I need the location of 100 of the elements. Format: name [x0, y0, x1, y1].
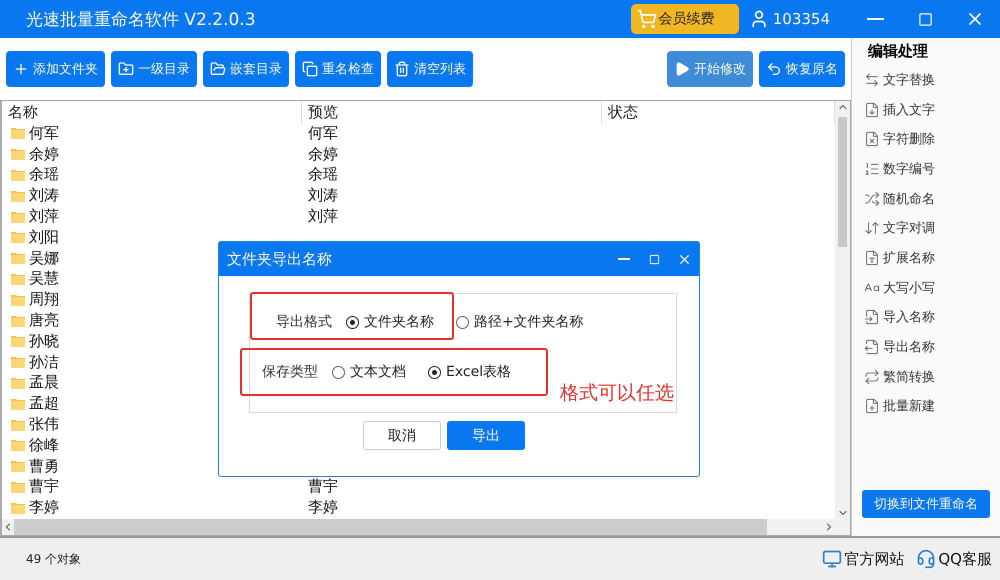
file-x-icon: [864, 131, 880, 148]
radio-button[interactable]: [346, 316, 359, 328]
sidebar-item[interactable]: 大写小写: [852, 272, 1000, 302]
toolbar-button[interactable]: 添加文件夹: [6, 51, 105, 87]
radio-option[interactable]: Excel表格: [428, 363, 512, 381]
sidebar-item[interactable]: 导入名称: [852, 302, 1000, 332]
folder-plus-icon: [118, 61, 134, 77]
website-link[interactable]: 官方网站: [822, 549, 904, 569]
toolbar-button[interactable]: 嵌套目录: [203, 51, 289, 87]
folder-icon: [10, 229, 26, 246]
file-name: 李婷: [29, 498, 59, 518]
sidebar-item[interactable]: 随机命名: [852, 184, 1000, 214]
file-name: 张伟: [29, 415, 59, 434]
sidebar-item[interactable]: 文字对调: [852, 213, 1000, 244]
preview-name: 李婷: [307, 498, 339, 518]
file-type-icon: [864, 250, 880, 266]
minimize-icon: [618, 258, 630, 260]
sidebar-item[interactable]: 字符删除: [852, 124, 1000, 154]
folder-icon: [10, 146, 26, 162]
file-name: 刘阳: [29, 228, 59, 247]
monitor-icon: [822, 549, 842, 569]
column-header[interactable]: 名称: [2, 101, 302, 123]
radio-option[interactable]: 文本文档: [332, 363, 406, 381]
cart-icon: [636, 9, 657, 29]
folder-icon: [10, 458, 26, 474]
preview-name: 余瑶: [307, 165, 339, 184]
file-down-icon: [864, 102, 880, 118]
object-count: 49 个对象: [26, 550, 82, 568]
shuffle-icon: [864, 190, 880, 207]
sidebar-title: 编辑处理: [866, 41, 929, 62]
plus-icon: [13, 61, 29, 77]
preview-name: 何军: [307, 124, 339, 143]
sidebar-item[interactable]: 导出名称: [852, 332, 1000, 362]
folder-icon: [10, 125, 26, 142]
folder-icon: [10, 333, 26, 350]
file-name: 刘涛: [29, 186, 59, 206]
up-down-arrows-icon: [864, 220, 880, 236]
preview-name: 余婷: [307, 144, 339, 164]
file-name: 曹宇: [29, 477, 59, 496]
scrollbar-thumb[interactable]: [838, 117, 847, 247]
support-link[interactable]: QQ客服: [916, 549, 992, 569]
file-name: 余婷: [29, 144, 59, 164]
copy-icon: [302, 61, 318, 77]
toolbar-button[interactable]: 恢复原名: [759, 51, 845, 87]
file-name: 孙晓: [29, 332, 59, 351]
file-import-icon: [864, 309, 880, 326]
folder-icon: [210, 61, 226, 77]
sidebar-item[interactable]: 插入文字: [852, 94, 1000, 124]
file-name: 吴娜: [29, 248, 59, 268]
sidebar-item[interactable]: 繁简转换: [852, 362, 1000, 392]
file-name: 吴慧: [29, 269, 59, 288]
switch-mode-button[interactable]: 切换到文件重命名: [862, 490, 990, 518]
column-header[interactable]: 预览: [302, 101, 602, 123]
radio-option[interactable]: 文件夹名称: [346, 313, 434, 331]
annotation-text: 格式可以任选: [560, 381, 674, 406]
file-plus-icon: [864, 398, 880, 414]
preview-name: 刘涛: [307, 186, 339, 206]
user-id: 103354: [772, 10, 830, 28]
file-name: 曹勇: [29, 456, 59, 476]
radio-option[interactable]: 路径+文件夹名称: [456, 313, 584, 331]
folder-icon: [10, 437, 26, 454]
option-label: 导出格式: [276, 313, 332, 331]
vertical-scrollbar[interactable]: [835, 101, 850, 519]
file-name: 唐亮: [29, 311, 59, 330]
folder-icon: [10, 250, 26, 266]
numbered-list-icon: [864, 160, 880, 177]
file-export-icon: [864, 339, 880, 356]
toolbar-button[interactable]: 一级目录: [111, 51, 197, 87]
file-name: 何军: [29, 124, 59, 143]
repeat-icon: [864, 368, 880, 385]
minimize-icon: [866, 18, 884, 20]
maximize-icon: [918, 12, 932, 26]
toolbar-button[interactable]: 清空列表: [387, 51, 473, 87]
dialog-button[interactable]: 取消: [363, 421, 441, 450]
radio-button[interactable]: [456, 316, 469, 328]
file-name: 孟晨: [29, 373, 59, 392]
sidebar-item[interactable]: 扩展名称: [852, 243, 1000, 273]
file-name: 刘萍: [29, 207, 59, 226]
sidebar-item[interactable]: 批量新建: [852, 392, 1000, 422]
window-title: 光速批量重命名软件 V2.2.0.3: [26, 8, 257, 30]
file-name: 周翔: [29, 290, 59, 310]
folder-icon: [10, 354, 26, 370]
preview-name: 刘萍: [307, 207, 339, 226]
sidebar-item[interactable]: 文字替换: [852, 65, 1000, 95]
file-name: 余瑶: [29, 165, 59, 184]
vip-renew-button[interactable]: 会员续费: [630, 4, 739, 34]
headset-icon: [916, 549, 936, 569]
radio-button[interactable]: [428, 366, 441, 378]
sidebar-item[interactable]: 数字编号: [852, 154, 1000, 184]
file-name: 徐峰: [29, 436, 59, 455]
dialog-title: 文件夹导出名称: [227, 250, 333, 268]
trash-icon: [394, 61, 410, 77]
play-icon: [674, 61, 690, 77]
undo-icon: [766, 61, 782, 77]
option-label: 保存类型: [262, 363, 318, 381]
toolbar-button[interactable]: 重名检查: [295, 51, 381, 87]
dialog-button[interactable]: 导出: [447, 421, 525, 450]
radio-button[interactable]: [332, 366, 345, 378]
maximize-icon: [648, 254, 660, 264]
file-name: 孙洁: [29, 352, 59, 372]
